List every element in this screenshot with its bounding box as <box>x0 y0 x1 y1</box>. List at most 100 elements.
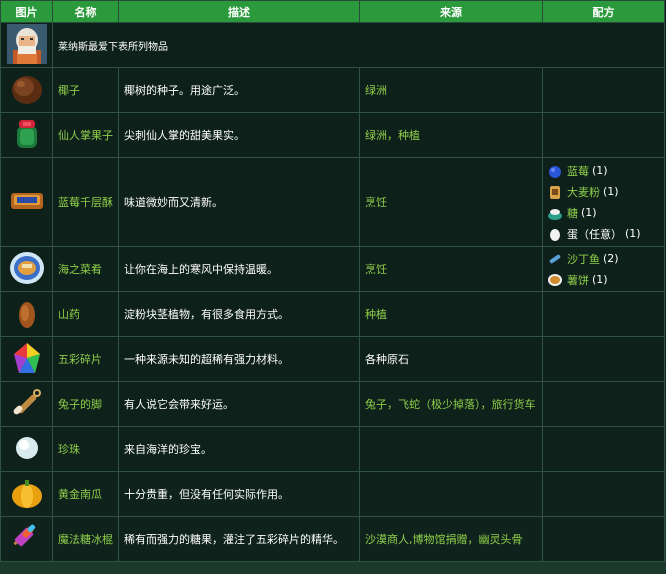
recipe-ingredient: 薯饼 (1) <box>547 269 660 290</box>
ingredient-link[interactable]: 大麦粉 <box>567 184 600 200</box>
item-recipe-cell <box>542 291 665 337</box>
item-recipe-cell <box>542 516 665 562</box>
recipe-ingredient: 沙丁鱼 (2) <box>547 248 660 269</box>
item-source-cell: 烹饪 <box>359 246 543 292</box>
header-name: 名称 <box>52 0 119 23</box>
item-source-cell: 烹饪 <box>359 157 543 247</box>
item-image-cell <box>0 381 53 427</box>
page: 图片 名称 描述 来源 配方 莱纳斯最爱下表所列物品 椰子 椰树的种子。用途广泛… <box>0 0 666 574</box>
linus-portrait-cell <box>0 22 53 68</box>
item-image-cell <box>0 246 53 292</box>
table-row: 海之菜肴 让你在海上的寒风中保持温暖。 烹饪 沙丁鱼 (2) 薯饼 (1) <box>0 246 665 292</box>
source-link[interactable]: 烹饪 <box>365 196 387 209</box>
item-name-link[interactable]: 五彩碎片 <box>58 353 102 366</box>
pearl-icon <box>15 436 38 459</box>
ingredient-link[interactable]: 薯饼 <box>567 272 589 288</box>
item-desc: 让你在海上的寒风中保持温暖。 <box>118 246 360 292</box>
rabbits-foot-icon <box>13 388 41 414</box>
recipe-ingredient: 蛋（任意） (1) <box>547 223 660 244</box>
item-source-cell: 种植 <box>359 291 543 337</box>
linus-portrait-icon <box>6 23 47 64</box>
sardine-icon <box>549 254 561 263</box>
item-name-link[interactable]: 黄金南瓜 <box>58 488 102 501</box>
item-desc: 有人说它会带来好运。 <box>118 381 360 427</box>
item-source-cell: 绿洲，种植 <box>359 112 543 158</box>
table-row: 山药 淀粉块茎植物，有很多食用方式。 种植 <box>0 291 665 337</box>
table-row: 魔法糖冰棍 稀有而强力的糖果，灌注了五彩碎片的精华。 沙漠商人,博物馆捐赠，幽灵… <box>0 516 665 562</box>
item-source-cell: 兔子，飞蛇（极少掉落），旅行货车 <box>359 381 543 427</box>
item-desc: 一种来源未知的超稀有强力材料。 <box>118 336 360 382</box>
header-source: 来源 <box>359 0 543 23</box>
table-row: 蓝莓千层酥 味道微妙而又清新。 烹饪 蓝莓(1) 大麦粉(1) 糖(1) <box>0 157 665 247</box>
source-link[interactable]: 兔子，飞蛇（极少掉落），旅行货车 <box>365 398 536 411</box>
item-name-link[interactable]: 山药 <box>58 308 80 321</box>
ingredient-link[interactable]: 蓝莓 <box>567 163 589 179</box>
item-image-cell <box>0 112 53 158</box>
header-image: 图片 <box>0 0 53 23</box>
item-name-cell: 海之菜肴 <box>52 246 119 292</box>
item-name-cell: 珍珠 <box>52 426 119 472</box>
intro-row: 莱纳斯最爱下表所列物品 <box>0 22 665 68</box>
item-image-cell <box>0 67 53 113</box>
prismatic-shard-icon <box>13 342 40 373</box>
blueberry-tart-icon <box>10 192 43 209</box>
recipe-ingredient: 蓝莓 (1) <box>547 160 660 181</box>
ingredient-qty: (1) <box>581 206 597 219</box>
source-link[interactable]: 沙漠商人,博物馆捐赠，幽灵头骨 <box>365 533 523 546</box>
source-link[interactable]: 种植 <box>365 308 387 321</box>
table-header-row: 图片 名称 描述 来源 配方 <box>0 0 665 23</box>
item-name-cell: 魔法糖冰棍 <box>52 516 119 562</box>
item-name-link[interactable]: 魔法糖冰棍 <box>58 533 113 546</box>
ingredient-qty: (1) <box>603 185 619 198</box>
item-recipe-cell <box>542 67 665 113</box>
item-name-link[interactable]: 海之菜肴 <box>58 263 102 276</box>
item-image-cell <box>0 291 53 337</box>
dish-o-the-sea-icon <box>9 251 44 284</box>
source-link[interactable]: 绿洲 <box>365 84 387 97</box>
item-name-cell: 山药 <box>52 291 119 337</box>
item-image-cell <box>0 516 53 562</box>
item-name-link[interactable]: 仙人掌果子 <box>58 129 113 142</box>
source-link[interactable]: 绿洲，种植 <box>365 129 420 142</box>
item-name-cell: 兔子的脚 <box>52 381 119 427</box>
item-name-cell: 五彩碎片 <box>52 336 119 382</box>
item-desc: 来自海洋的珍宝。 <box>118 426 360 472</box>
item-recipe-cell: 蓝莓 (1) 大麦粉 (1) 糖 (1) 蛋（任意） (1) <box>542 157 665 247</box>
item-source-cell <box>359 426 543 472</box>
item-name-link[interactable]: 珍珠 <box>58 443 80 456</box>
item-recipe-cell <box>542 112 665 158</box>
item-desc: 味道微妙而又清新。 <box>118 157 360 247</box>
item-recipe-cell <box>542 381 665 427</box>
item-desc: 稀有而强力的糖果，灌注了五彩碎片的精华。 <box>118 516 360 562</box>
sugar-icon <box>548 208 562 220</box>
intro-text: 莱纳斯最爱下表所列物品 <box>52 22 665 68</box>
yam-icon <box>18 301 35 328</box>
egg-icon <box>550 228 560 241</box>
coconut-icon <box>11 75 42 104</box>
golden-pumpkin-icon <box>11 479 42 508</box>
source-text: 各种原石 <box>365 353 409 366</box>
ingredient-label: 蛋（任意） <box>567 227 622 241</box>
item-desc: 椰树的种子。用途广泛。 <box>118 67 360 113</box>
item-source-cell: 绿洲 <box>359 67 543 113</box>
source-link[interactable]: 烹饪 <box>365 263 387 276</box>
item-name-link[interactable]: 椰子 <box>58 84 80 97</box>
recipe-ingredient: 大麦粉 (1) <box>547 181 660 202</box>
ingredient-link[interactable]: 糖 <box>567 205 578 221</box>
item-name-cell: 椰子 <box>52 67 119 113</box>
ingredient-qty: (1) <box>625 227 641 240</box>
gift-table: 图片 名称 描述 来源 配方 莱纳斯最爱下表所列物品 椰子 椰树的种子。用途广泛… <box>0 0 665 562</box>
ingredient-qty: (1) <box>592 164 608 177</box>
item-name-link[interactable]: 兔子的脚 <box>58 398 102 411</box>
table-row: 黄金南瓜 十分贵重，但没有任何实际作用。 <box>0 471 665 517</box>
table-row: 五彩碎片 一种来源未知的超稀有强力材料。 各种原石 <box>0 336 665 382</box>
item-recipe-cell <box>542 426 665 472</box>
item-source-cell: 各种原石 <box>359 336 543 382</box>
item-desc: 淀粉块茎植物，有很多食用方式。 <box>118 291 360 337</box>
item-name-link[interactable]: 蓝莓千层酥 <box>58 196 113 209</box>
ingredient-link[interactable]: 沙丁鱼 <box>567 251 600 267</box>
item-image-cell <box>0 426 53 472</box>
header-desc: 描述 <box>118 0 360 23</box>
item-desc: 十分贵重，但没有任何实际作用。 <box>118 471 360 517</box>
table-row: 兔子的脚 有人说它会带来好运。 兔子，飞蛇（极少掉落），旅行货车 <box>0 381 665 427</box>
